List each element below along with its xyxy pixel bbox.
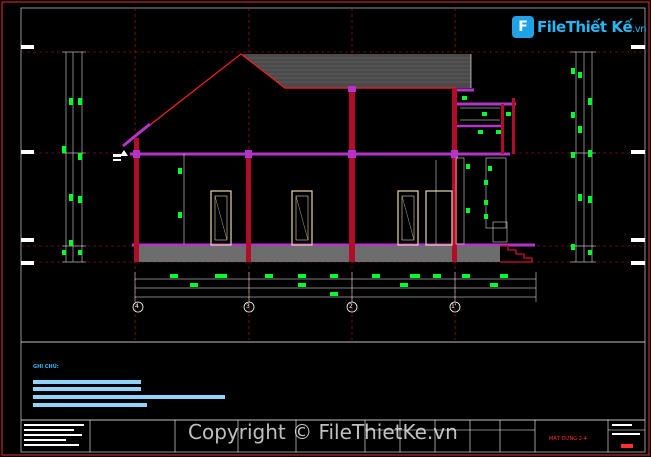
axis-label-3: 3 [246, 303, 250, 310]
elevation-drawing [1, 1, 650, 456]
columns [134, 88, 515, 262]
file-logo-icon: F [512, 16, 534, 38]
axis-label-2: 2 [349, 303, 353, 310]
logo-text: FileThiết Kế.vn [537, 18, 647, 36]
stairs [500, 245, 533, 263]
drawing-title: MẶT ĐỨNG 2-4 [549, 436, 587, 442]
filethietke-logo: F FileThiết Kế.vn [512, 14, 647, 40]
level-marker [113, 150, 128, 161]
side-detail [183, 107, 508, 245]
left-dimension-chain [62, 51, 86, 263]
bottom-dimension-text [170, 274, 508, 296]
axis-bubbles [132, 301, 461, 313]
slabs [130, 88, 535, 247]
right-dimension-text [571, 68, 592, 255]
roof [122, 53, 472, 148]
note-lines [33, 380, 225, 407]
copyright-watermark: Copyright © FileThietKe.vn [188, 420, 458, 444]
foundation [136, 246, 500, 262]
logo-text-tld: .vn [632, 24, 647, 35]
axis-label-4: 4 [135, 303, 139, 310]
logo-text-bold: Thiết Kế [565, 18, 633, 36]
notes-title: GHI CHÚ: [33, 364, 59, 370]
left-dimension-text [62, 98, 82, 255]
axis-label-1p: 1' [451, 303, 457, 310]
logo-text-main: File [537, 18, 566, 36]
